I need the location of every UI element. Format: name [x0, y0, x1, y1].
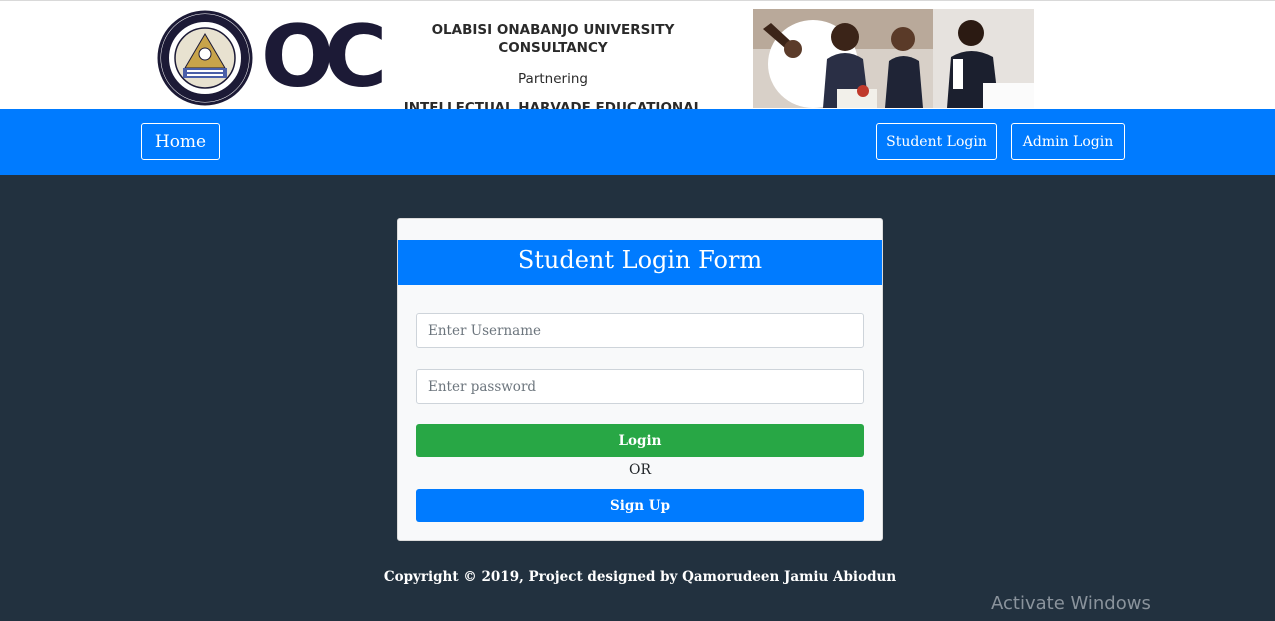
banner-subtitle: Partnering [518, 71, 588, 87]
banner-title: OLABISI ONABANJO UNIVERSITY CONSULTANCY [431, 22, 675, 56]
password-input[interactable] [416, 369, 864, 404]
copyright-text: Copyright © 2019, Project designed by Qa… [383, 569, 897, 585]
home-button[interactable]: Home [141, 123, 220, 160]
form-title: Student Login Form [398, 240, 882, 285]
or-divider-text: OR [628, 462, 652, 478]
banner: OC OLABISI ONABANJO UNIVERSITY CONSULTAN… [153, 7, 1034, 134]
oc-logo: OC [261, 7, 387, 107]
activate-windows-watermark: Activate Windows [991, 593, 1151, 614]
signup-button[interactable]: Sign Up [416, 489, 864, 522]
login-button[interactable]: Login [416, 424, 864, 457]
username-input[interactable] [416, 313, 864, 348]
students-photo [753, 9, 1034, 108]
student-login-button[interactable]: Student Login [876, 123, 997, 160]
admin-login-button[interactable]: Admin Login [1011, 123, 1125, 160]
header-banner-strip: OC OLABISI ONABANJO UNIVERSITY CONSULTAN… [0, 0, 1275, 134]
navbar: Home Student Login Admin Login [0, 109, 1275, 175]
university-seal-logo [157, 10, 253, 106]
login-form-card: Student Login Form Login OR Sign Up [397, 218, 883, 541]
